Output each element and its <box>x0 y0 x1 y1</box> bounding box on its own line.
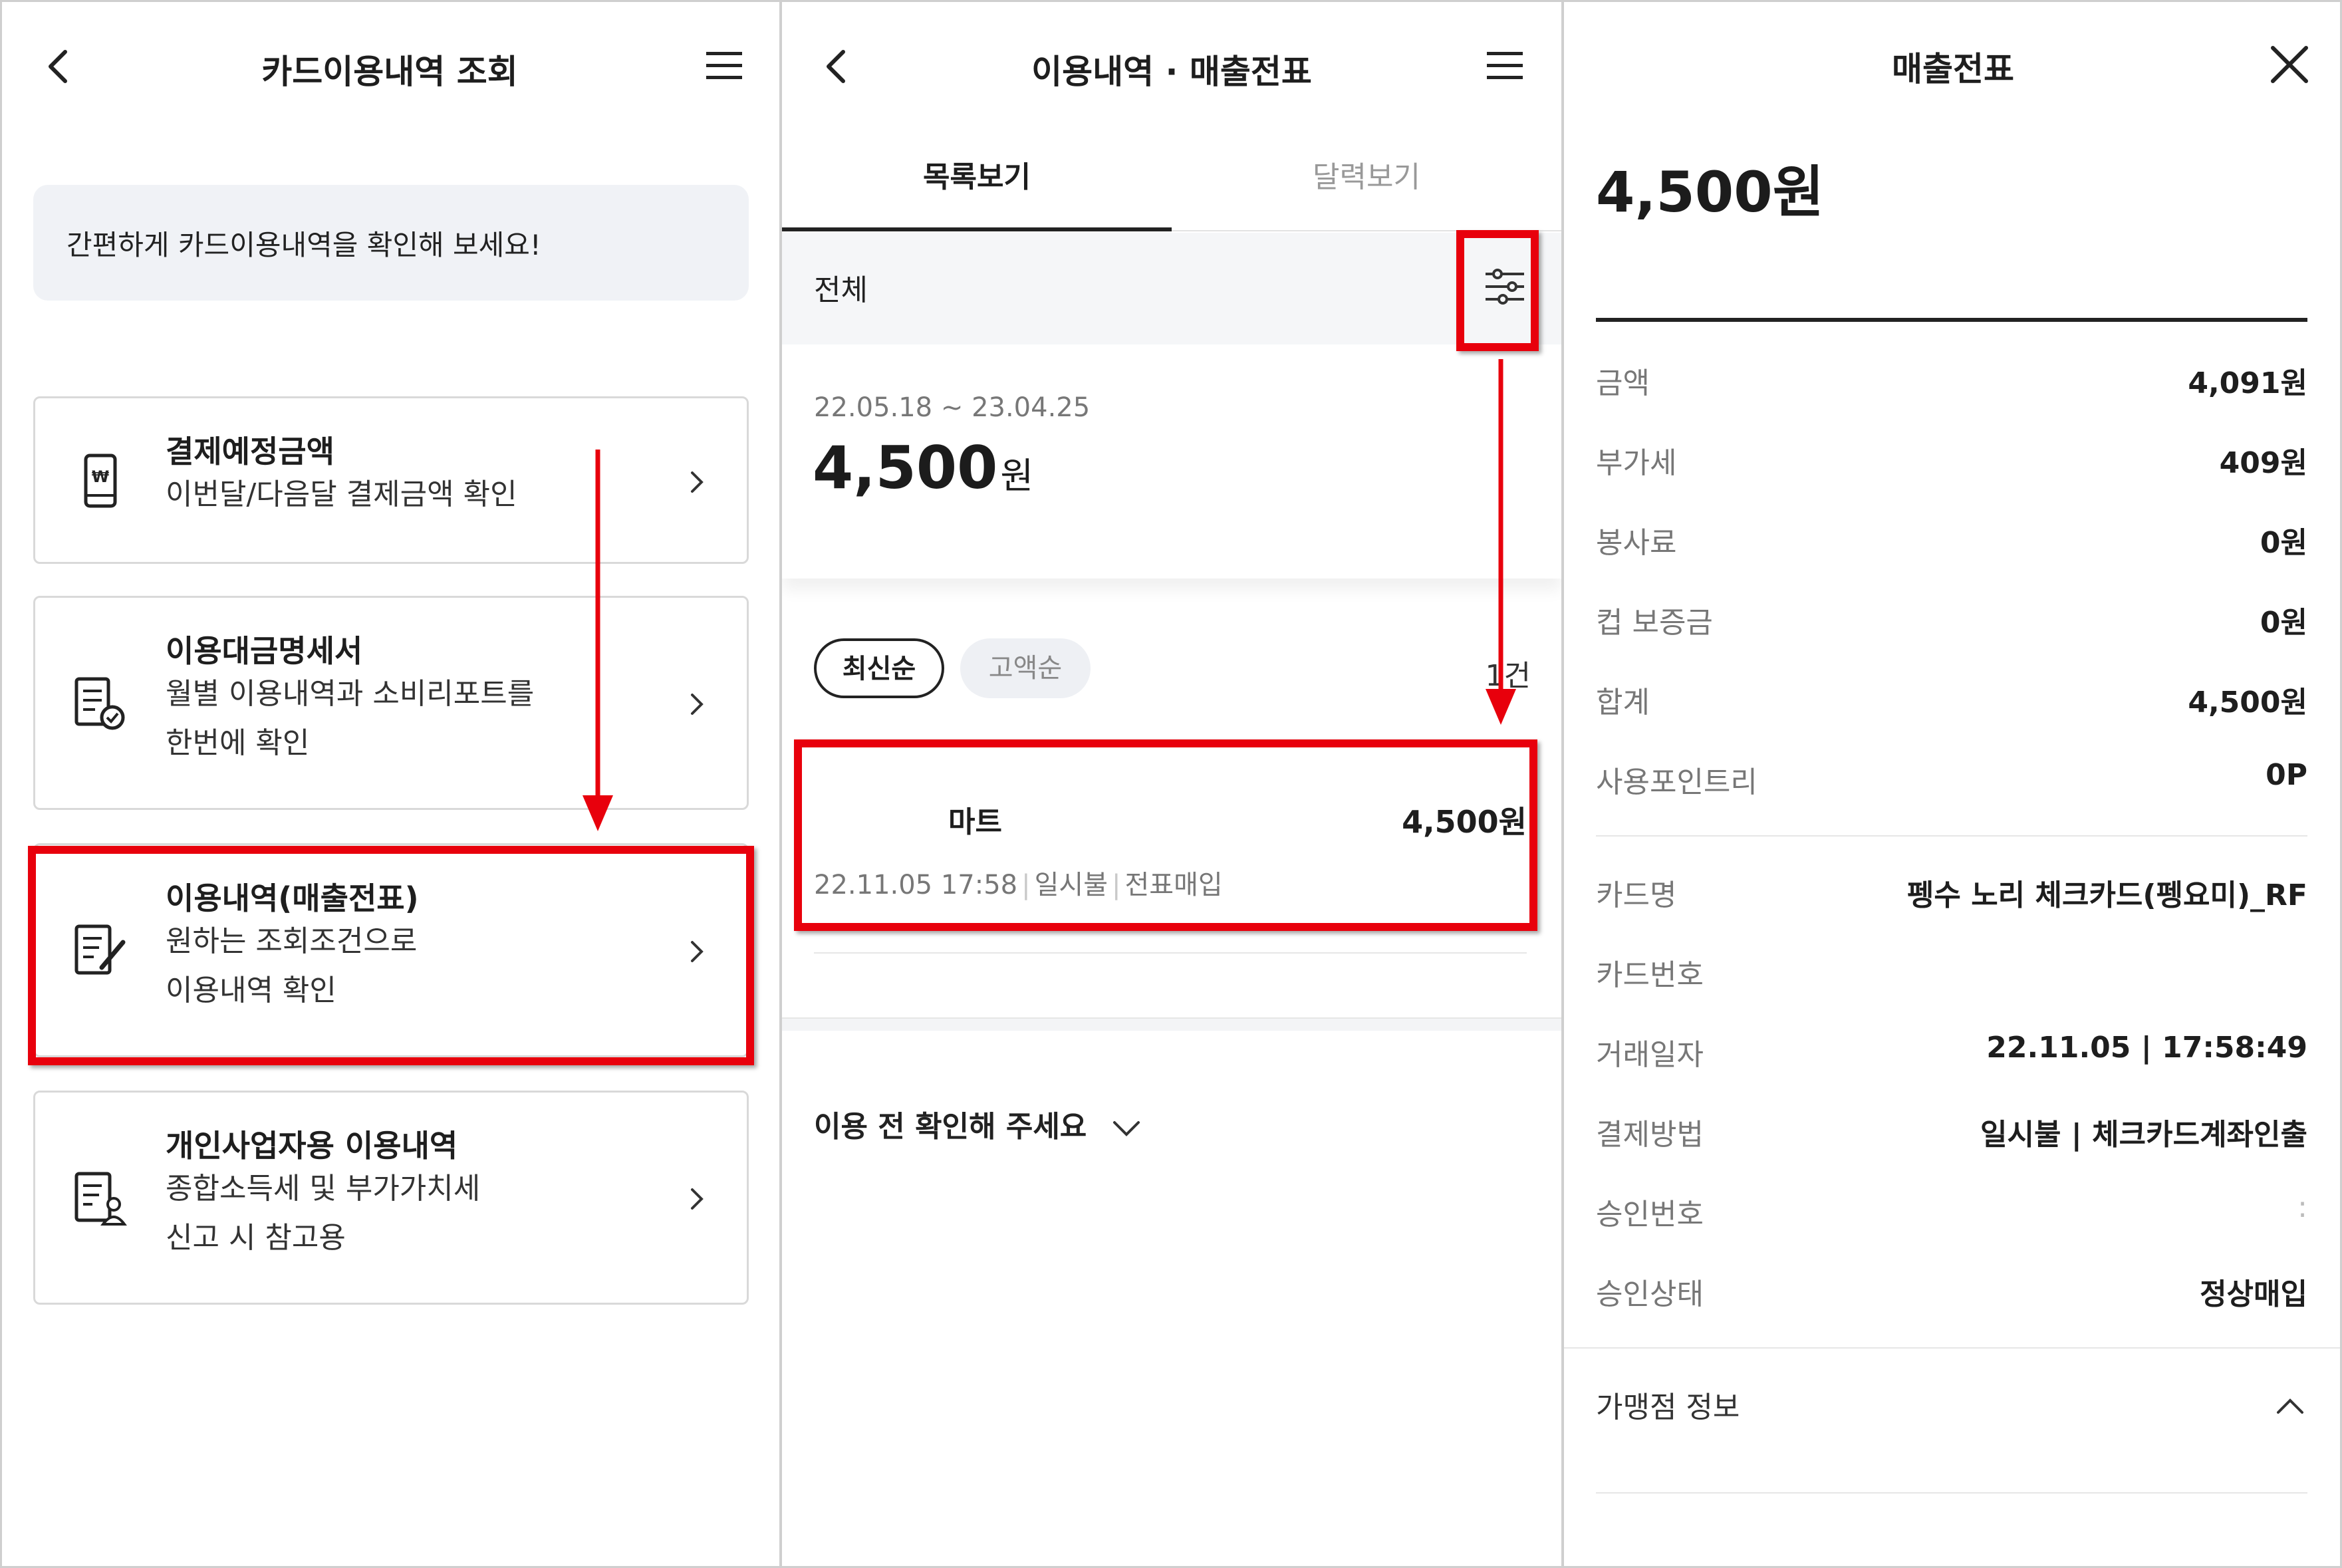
header: 카드이용내역 조회 <box>0 0 779 133</box>
filter-bar <box>782 233 1561 344</box>
amount-row: 사용포인트리 0P <box>1596 758 2307 799</box>
card-subtitle: 월별 이용내역과 소비리포트를 한번에 확인 <box>166 677 535 760</box>
document-person-icon <box>74 1172 127 1226</box>
total-amount: 4,500원 <box>813 434 1034 502</box>
active-tab-indicator <box>782 227 1172 231</box>
divider <box>1596 1492 2307 1494</box>
merchant-info-label: 가맹점 정보 <box>1596 1390 1740 1424</box>
won-phone-icon: ₩ <box>84 454 117 508</box>
card-subtitle: 종합소득세 및 부가가치세 신고 시 참고용 <box>166 1172 481 1255</box>
svg-text:₩: ₩ <box>92 467 110 486</box>
divider <box>814 952 1527 954</box>
receipt-amount: 4,500원 <box>1596 160 1824 225</box>
menu-icon[interactable] <box>1486 51 1524 81</box>
chevron-right-icon <box>691 471 704 493</box>
amount-row: 컵 보증금 0원 <box>1596 606 2307 640</box>
divider <box>1564 1347 2342 1349</box>
highlight-box <box>1456 230 1539 351</box>
usage-list-screen: 이용내역 · 매출전표 목록보기 달력보기 전체 22.05.18 ~ 23.0… <box>782 0 1561 1568</box>
statement-card[interactable]: 이용대금명세서 월별 이용내역과 소비리포트를 한번에 확인 <box>33 596 749 810</box>
card-title: 개인사업자용 이용내역 <box>166 1128 458 1164</box>
detail-row: 카드번호 <box>1596 958 1704 992</box>
amount-row: 금액 4,091원 <box>1596 366 2307 400</box>
section-gap <box>782 1017 1561 1031</box>
chevron-right-icon <box>691 1188 704 1210</box>
sort-latest-button[interactable]: 최신순 <box>814 638 944 698</box>
tab-list[interactable]: 목록보기 <box>782 153 1172 196</box>
card-subtitle: 이번달/다음달 결제금액 확인 <box>166 477 517 511</box>
highlight-box <box>794 739 1537 931</box>
card-usage-screen: 카드이용내역 조회 간편하게 카드이용내역을 확인해 보세요! ₩ 결제예정금액… <box>0 0 779 1568</box>
highlight-box <box>28 846 754 1065</box>
detail-row: 거래일자 22.11.05 | 17:58:49 <box>1596 1031 2307 1072</box>
amount-row: 봉사료 0원 <box>1596 526 2307 560</box>
period-text: 22.05.18 ~ 23.04.25 <box>814 392 1091 423</box>
payment-due-card[interactable]: ₩ 결제예정금액 이번달/다음달 결제금액 확인 <box>33 396 749 564</box>
amount-row: 합계 4,500원 <box>1596 686 2307 719</box>
amount-row: 부가세 409원 <box>1596 446 2307 480</box>
page-title: 매출전표 <box>1892 50 2014 88</box>
close-icon[interactable] <box>2269 44 2310 85</box>
notice-banner: 간편하게 카드이용내역을 확인해 보세요! <box>33 185 749 301</box>
detail-row: 결제방법 일시불 | 체크카드계좌인출 <box>1596 1118 2307 1152</box>
menu-icon[interactable] <box>705 51 743 81</box>
chevron-down-icon <box>1112 1121 1140 1136</box>
check-notice-toggle[interactable]: 이용 전 확인해 주세요 <box>814 1103 1141 1145</box>
business-usage-card[interactable]: 개인사업자용 이용내역 종합소득세 및 부가가치세 신고 시 참고용 <box>33 1091 749 1305</box>
annotation-arrow <box>1486 359 1516 725</box>
page-title: 이용내역 · 매출전표 <box>1031 53 1312 91</box>
filter-label: 전체 <box>814 273 868 307</box>
detail-row: 승인번호: <box>1596 1190 2307 1232</box>
card-title: 결제예정금액 <box>166 434 334 469</box>
chevron-right-icon <box>691 694 704 715</box>
tab-calendar[interactable]: 달력보기 <box>1172 153 1561 196</box>
sort-amount-button[interactable]: 고액순 <box>960 638 1091 698</box>
chevron-up-icon[interactable] <box>2276 1396 2305 1416</box>
header: 이용내역 · 매출전표 <box>782 0 1561 133</box>
detail-row: 승인상태 정상매입 <box>1596 1277 2307 1311</box>
divider <box>1596 318 2307 322</box>
divider <box>1596 835 2307 837</box>
receipt-screen: 매출전표 4,500원 금액 4,091원 부가세 409원 봉사료 0원 컵 보증금… <box>1564 0 2342 1568</box>
detail-row: 카드명 펭수 노리 체크카드(펭요미)_RF <box>1596 878 2307 912</box>
annotation-arrow <box>583 450 613 831</box>
card-title: 이용대금명세서 <box>166 633 363 669</box>
statement-check-icon <box>74 677 125 730</box>
page-title: 카드이용내역 조회 <box>261 53 518 91</box>
